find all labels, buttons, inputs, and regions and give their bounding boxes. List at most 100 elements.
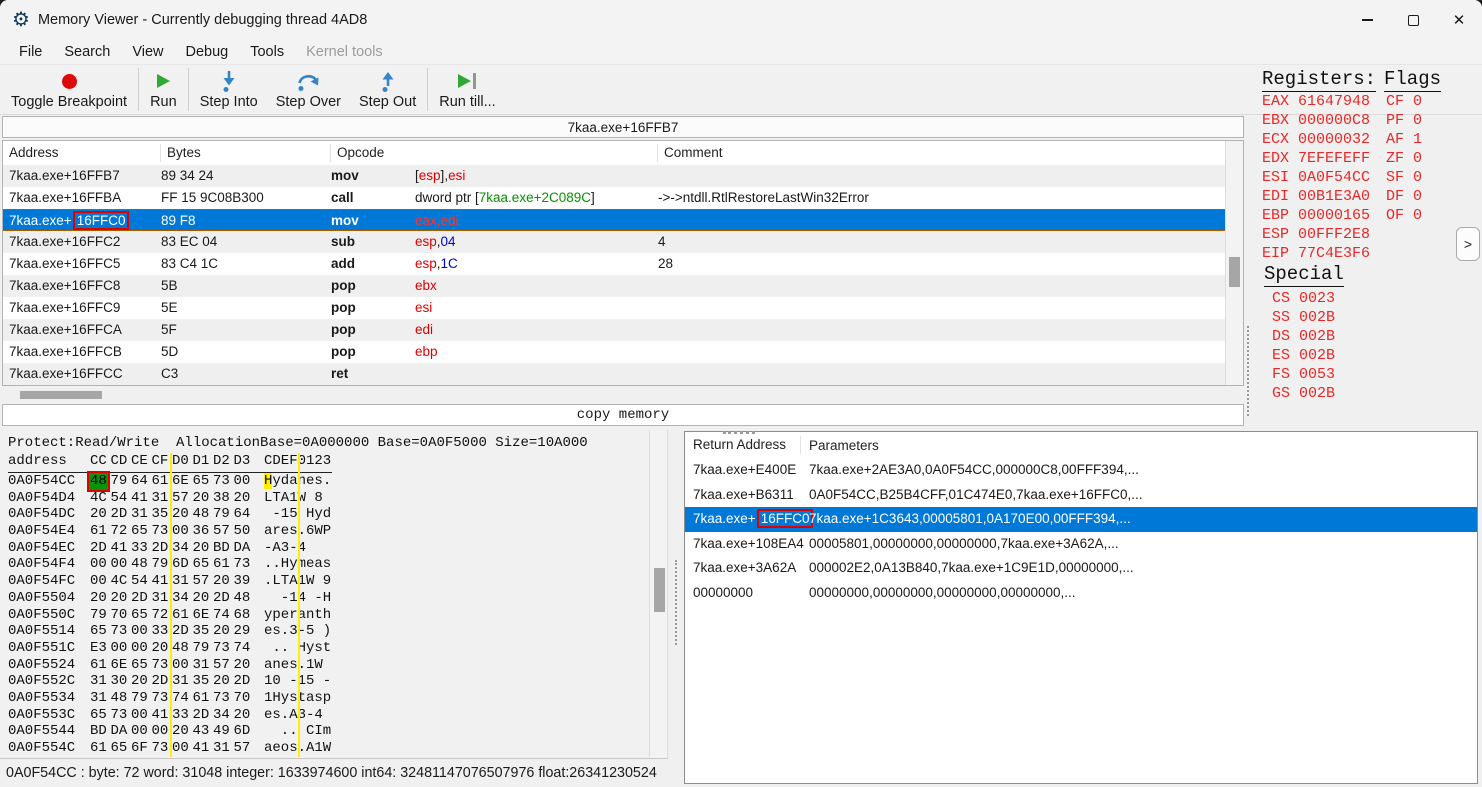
stack-row[interactable]: 0000000000000000,00000000,00000000,00000… [685, 581, 1477, 606]
hex-row[interactable]: 0A0F54E46172657300365750ares.6WP [0, 523, 649, 540]
disassembly-row[interactable]: 7kaa.exe+16FFC85Bpopebx [3, 275, 1225, 297]
register-ebp[interactable]: EBP 00000165 [1262, 206, 1370, 225]
toolbar-button-run-till[interactable]: Run till... [430, 65, 504, 114]
register-eip[interactable]: EIP 77C4E3F6 [1262, 244, 1370, 263]
hex-row[interactable]: 0A0F5524616E657300315720anes.1W [0, 657, 649, 674]
flag-zf[interactable]: ZF 0 [1386, 149, 1422, 168]
register-ecx[interactable]: ECX 00000032 [1262, 130, 1370, 149]
hex-row[interactable]: 0A0F5544BDDA00002043496D .. CIm [0, 723, 649, 740]
menu-item-debug[interactable]: Debug [175, 44, 240, 60]
hex-row[interactable]: 0A0F54CC487964616E657300Hydanes. [0, 473, 649, 490]
hex-byte: 00 [90, 556, 107, 573]
disassembly-row[interactable]: 7kaa.exe+16FFC583 C4 1Caddesp,1C28 [3, 253, 1225, 275]
disassembly-row[interactable]: 7kaa.exe+16FFBAFF 15 9C08B300calldword p… [3, 187, 1225, 209]
register-edi[interactable]: EDI 00B1E3A0 [1262, 187, 1370, 206]
current-address-header[interactable]: 7kaa.exe+16FFB7 [2, 116, 1244, 138]
stack-row[interactable]: 7kaa.exe+16FFC07kaa.exe+1C3643,00005801,… [685, 507, 1477, 532]
instruction-address: 7kaa.exe+16FFCA [3, 319, 161, 341]
disassembly-row[interactable]: 7kaa.exe+16FFCA5Fpopedi [3, 319, 1225, 341]
menu-item-tools[interactable]: Tools [239, 44, 295, 60]
scrollbar-thumb[interactable] [654, 568, 665, 612]
minimize-button[interactable] [1344, 0, 1390, 40]
hex-row[interactable]: 0A0F54D44C54413157203820LTA1W 8 [0, 490, 649, 507]
scrollbar-thumb[interactable] [20, 391, 102, 399]
toolbar-button-toggle-breakpoint[interactable]: Toggle Breakpoint [2, 65, 136, 114]
register-esi[interactable]: ESI 0A0F54CC [1262, 168, 1370, 187]
stack-row[interactable]: 7kaa.exe+3A62A000002E2,0A13B840,7kaa.exe… [685, 556, 1477, 581]
instruction-address: 7kaa.exe+16FFC0 [3, 210, 161, 230]
hex-row[interactable]: 0A0F554C61656F7300413157aeos.A1W [0, 740, 649, 757]
stack-parameters: 000002E2,0A13B840,7kaa.exe+1C9E1D,000000… [801, 556, 1477, 581]
flag-cf[interactable]: CF 0 [1386, 92, 1422, 111]
toolbar-button-step-over[interactable]: Step Over [267, 65, 350, 114]
hexview-panel[interactable]: Protect:Read/Write AllocationBase=0A0000… [0, 430, 649, 758]
register-eax[interactable]: EAX 61647948 [1262, 92, 1370, 111]
instruction-comment: ->->ntdll.RtlRestoreLastWin32Error [658, 187, 1225, 209]
segment-gs[interactable]: GS 002B [1272, 384, 1335, 403]
stack-return-address: 00000000 [685, 581, 801, 606]
disassembly-row[interactable]: 7kaa.exe+16FFB789 34 24mov[esp],esi [3, 165, 1225, 187]
hex-row[interactable]: 0A0F54F4000048796D656173..Hymeas [0, 556, 649, 573]
hex-row[interactable]: 0A0F553431487973746173701Hystasp [0, 690, 649, 707]
segment-ss[interactable]: SS 002B [1272, 308, 1335, 327]
disassembly-row[interactable]: 7kaa.exe+16FFC95Epopesi [3, 297, 1225, 319]
hex-row[interactable]: 0A0F54FC004C544131572039.LTA1W 9 [0, 573, 649, 590]
expand-registers-button[interactable]: > [1456, 227, 1480, 261]
hex-row[interactable]: 0A0F553C65730041332D3420es.A3-4 [0, 707, 649, 724]
stack-parameters: 7kaa.exe+2AE3A0,0A0F54CC,000000C8,00FFF3… [801, 458, 1477, 483]
hex-row[interactable]: 0A0F550C79706572616E7468yperanth [0, 607, 649, 624]
stack-splitter-grip[interactable] [723, 431, 755, 434]
segment-fs[interactable]: FS 0053 [1272, 365, 1335, 384]
flag-pf[interactable]: PF 0 [1386, 111, 1422, 130]
flag-af[interactable]: AF 1 [1386, 130, 1422, 149]
column-header-return-address: Return Address [685, 436, 801, 454]
flag-of[interactable]: OF 0 [1386, 206, 1422, 225]
memory-viewer-window: ⚙ Memory Viewer - Currently debugging th… [0, 0, 1482, 787]
flag-sf[interactable]: SF 0 [1386, 168, 1422, 187]
segment-cs[interactable]: CS 0023 [1272, 289, 1335, 308]
hex-row[interactable]: 0A0F552C3130202D3135202D10 -15 - [0, 673, 649, 690]
stack-row[interactable]: 7kaa.exe+E400E7kaa.exe+2AE3A0,0A0F54CC,0… [685, 458, 1477, 483]
stack-row[interactable]: 7kaa.exe+B63110A0F54CC,B25B4CFF,01C474E0… [685, 483, 1477, 508]
menu-item-kernel-tools[interactable]: Kernel tools [295, 44, 394, 60]
register-edx[interactable]: EDX 7EFEFEFF [1262, 149, 1370, 168]
hex-byte: 65 [131, 607, 148, 624]
segment-es[interactable]: ES 002B [1272, 346, 1335, 365]
instruction-address: 7kaa.exe+16FFCC [3, 363, 161, 385]
hex-row[interactable]: 0A0F54DC202D313520487964 -15 Hyd [0, 506, 649, 523]
hex-byte: 61 [90, 740, 107, 757]
toolbar-button-run[interactable]: Run [141, 65, 186, 114]
segment-ds[interactable]: DS 002B [1272, 327, 1335, 346]
maximize-button[interactable] [1390, 0, 1436, 40]
hex-row[interactable]: 0A0F5514657300332D352029es.3-5 ) [0, 623, 649, 640]
flag-df[interactable]: DF 0 [1386, 187, 1422, 206]
hexview-vertical-scrollbar[interactable] [649, 430, 668, 758]
toolbar-button-step-out[interactable]: Step Out [350, 65, 425, 114]
disassembly-vertical-scrollbar[interactable] [1225, 141, 1243, 385]
hex-row-address: 0A0F54D4 [8, 490, 75, 507]
column-header-bytes: Bytes [161, 144, 331, 162]
scrollbar-thumb[interactable] [1229, 257, 1240, 287]
register-ebx[interactable]: EBX 000000C8 [1262, 111, 1370, 130]
disassembly-row[interactable]: 7kaa.exe+16FFCB5Dpopebp [3, 341, 1225, 363]
disassembly-row[interactable]: 7kaa.exe+16FFC283 EC 04subesp,044 [3, 231, 1225, 253]
disassembly-row[interactable]: 7kaa.exe+16FFC089 F8moveax,edi [3, 209, 1225, 231]
menu-item-view[interactable]: View [121, 44, 174, 60]
hex-row[interactable]: 0A0F551CE300002048797374 .. Hyst [0, 640, 649, 657]
close-button[interactable]: ✕ [1436, 0, 1482, 40]
hex-row[interactable]: 0A0F550420202D3134202D48 -14 -H [0, 590, 649, 607]
hex-byte: 20 [234, 707, 251, 724]
disassembly-row[interactable]: 7kaa.exe+16FFCCC3ret [3, 363, 1225, 385]
hex-byte: 61 [90, 657, 107, 674]
register-esp[interactable]: ESP 00FFF2E8 [1262, 225, 1370, 244]
menu-item-file[interactable]: File [8, 44, 53, 60]
disassembly-horizontal-scrollbar[interactable] [2, 386, 1244, 404]
menu-item-search[interactable]: Search [53, 44, 121, 60]
toolbar-button-step-into[interactable]: Step Into [191, 65, 267, 114]
hex-row[interactable]: 0A0F54EC2D41332D3420BDDA-A3-4 [0, 540, 649, 557]
stack-parameters: 7kaa.exe+1C3643,00005801,0A170E00,00FFF3… [801, 507, 1477, 532]
stack-splitter[interactable] [668, 430, 684, 758]
copy-memory-button[interactable]: copy memory [2, 404, 1244, 426]
hex-row-ascii: es.3-5 ) [264, 623, 331, 640]
stack-row[interactable]: 7kaa.exe+108EA400005801,00000000,0000000… [685, 532, 1477, 557]
